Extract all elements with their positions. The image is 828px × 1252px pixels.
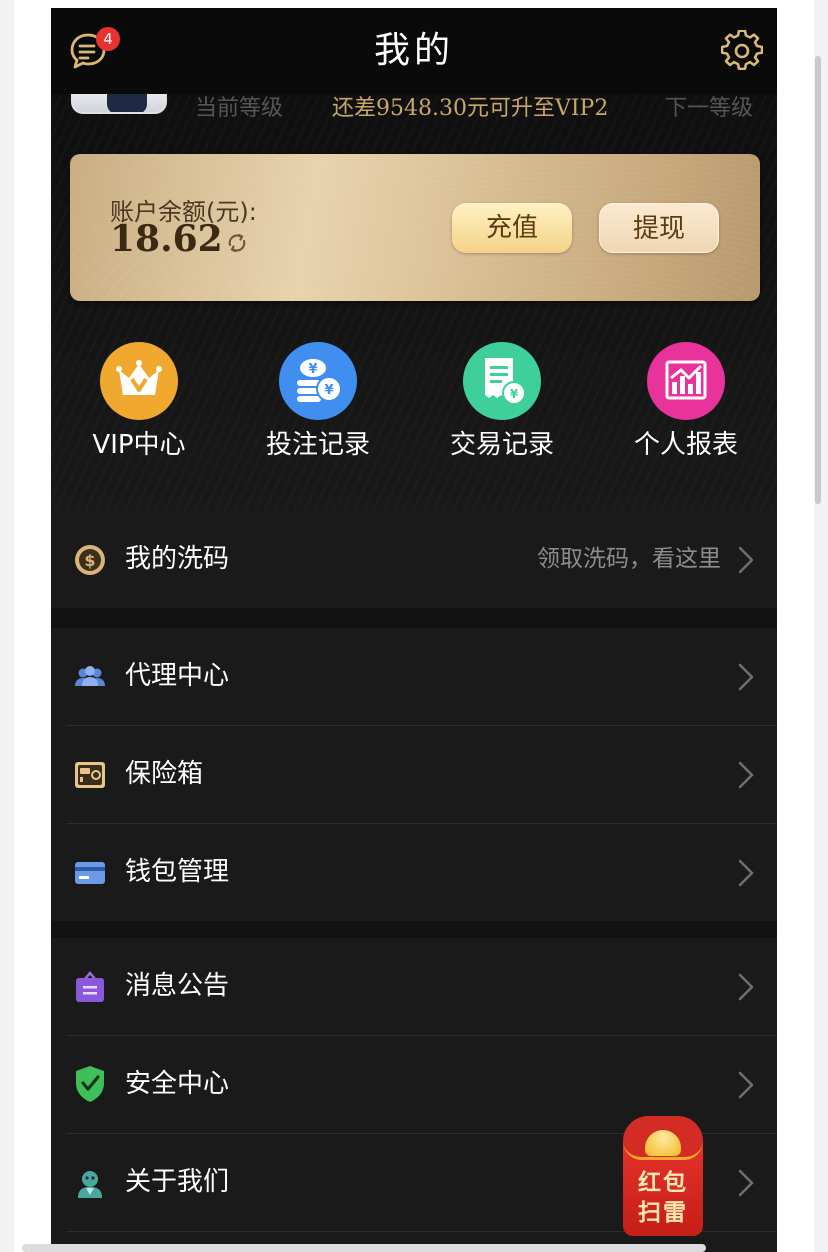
receipt-icon: ¥ [463,342,541,420]
quick-action-bet-records[interactable]: ¥ ¥ 投注记录 [228,338,408,468]
card-icon [73,856,107,890]
svg-text:¥: ¥ [510,387,519,401]
chevron-right-icon [737,1070,755,1100]
coin-stack-icon: ¥ ¥ [279,342,357,420]
current-level-label: 当前等级 [195,96,284,121]
quick-action-label: VIP中心 [92,430,186,460]
chart-icon [647,342,725,420]
bottom-bar [22,1244,706,1252]
svg-text:$: $ [84,551,95,570]
quick-action-personal-report[interactable]: 个人报表 [596,338,776,468]
chevron-right-icon [737,545,755,575]
menu-item-agent-center[interactable]: 代理中心 [51,628,777,725]
balance-card: 账户余额(元): 18.62 充值 提现 [70,154,760,301]
refresh-icon[interactable] [226,232,248,254]
quick-action-vip-center[interactable]: VIP中心 [51,338,229,468]
notice-bag-icon [73,970,107,1004]
menu-group-account: 代理中心 保险箱 钱包管理 [51,628,777,921]
quick-actions: VIP中心 ¥ ¥ 投注记录 ¥ 交易记录 个人报表 [51,338,777,468]
red-packet-label: 红包 扫雷 [638,1170,688,1226]
chevron-right-icon [737,662,755,692]
agent-person-icon [73,1166,107,1200]
chevron-right-icon [737,858,755,888]
menu-item-hint: 领取洗码，看这里 [537,546,721,572]
quick-action-label: 交易记录 [449,430,554,460]
upgrade-progress-text: 还差9548.30元可升至VIP2 [332,96,609,121]
menu-item-label: 保险箱 [125,759,204,789]
chevron-right-icon [737,972,755,1002]
menu-item-wallet-management[interactable]: 钱包管理 [51,824,777,921]
menu-item-label: 代理中心 [125,661,230,691]
withdraw-button[interactable]: 提现 [599,203,719,253]
menu-item-label: 钱包管理 [125,857,230,887]
menu-item-announcements[interactable]: 消息公告 [51,938,777,1035]
menu-item-label: 关于我们 [125,1167,230,1197]
menu-group-rebate: $ 我的洗码 领取洗码，看这里 [51,511,777,608]
chevron-right-icon [737,760,755,790]
vip-crown-icon [100,342,178,420]
quick-action-transaction-records[interactable]: ¥ 交易记录 [412,338,592,468]
settings-button[interactable] [720,29,764,72]
menu-item-safe-box[interactable]: 保险箱 [51,726,777,823]
menu-item-label: 我的洗码 [125,544,230,574]
page-title: 我的 [373,30,454,71]
svg-text:¥: ¥ [324,383,333,398]
menu-item-rebate[interactable]: $ 我的洗码 领取洗码，看这里 [51,511,777,608]
safe-icon [73,758,107,792]
app-screen: 4 我的 当前等级 还差9548.30元可升至VIP2 下一等级 账户余额(元)… [51,8,777,1252]
balance-value: 18.62 [110,218,223,260]
chevron-right-icon [737,1168,755,1198]
red-packet-button[interactable]: 红包 扫雷 [623,1116,703,1236]
quick-action-label: 个人报表 [633,430,738,460]
top-bar: 4 我的 [51,8,777,94]
gear-icon [720,29,764,71]
users-icon [73,660,107,694]
recharge-button[interactable]: 充值 [452,203,572,253]
menu-item-label: 安全中心 [125,1069,230,1099]
svg-text:¥: ¥ [308,362,317,377]
dollar-coin-icon: $ [73,543,107,577]
menu-item-label: 消息公告 [125,971,230,1001]
shield-check-icon [73,1066,107,1102]
quick-action-label: 投注记录 [265,430,370,460]
next-level-label: 下一等级 [665,96,754,121]
scrollbar[interactable] [815,56,821,504]
